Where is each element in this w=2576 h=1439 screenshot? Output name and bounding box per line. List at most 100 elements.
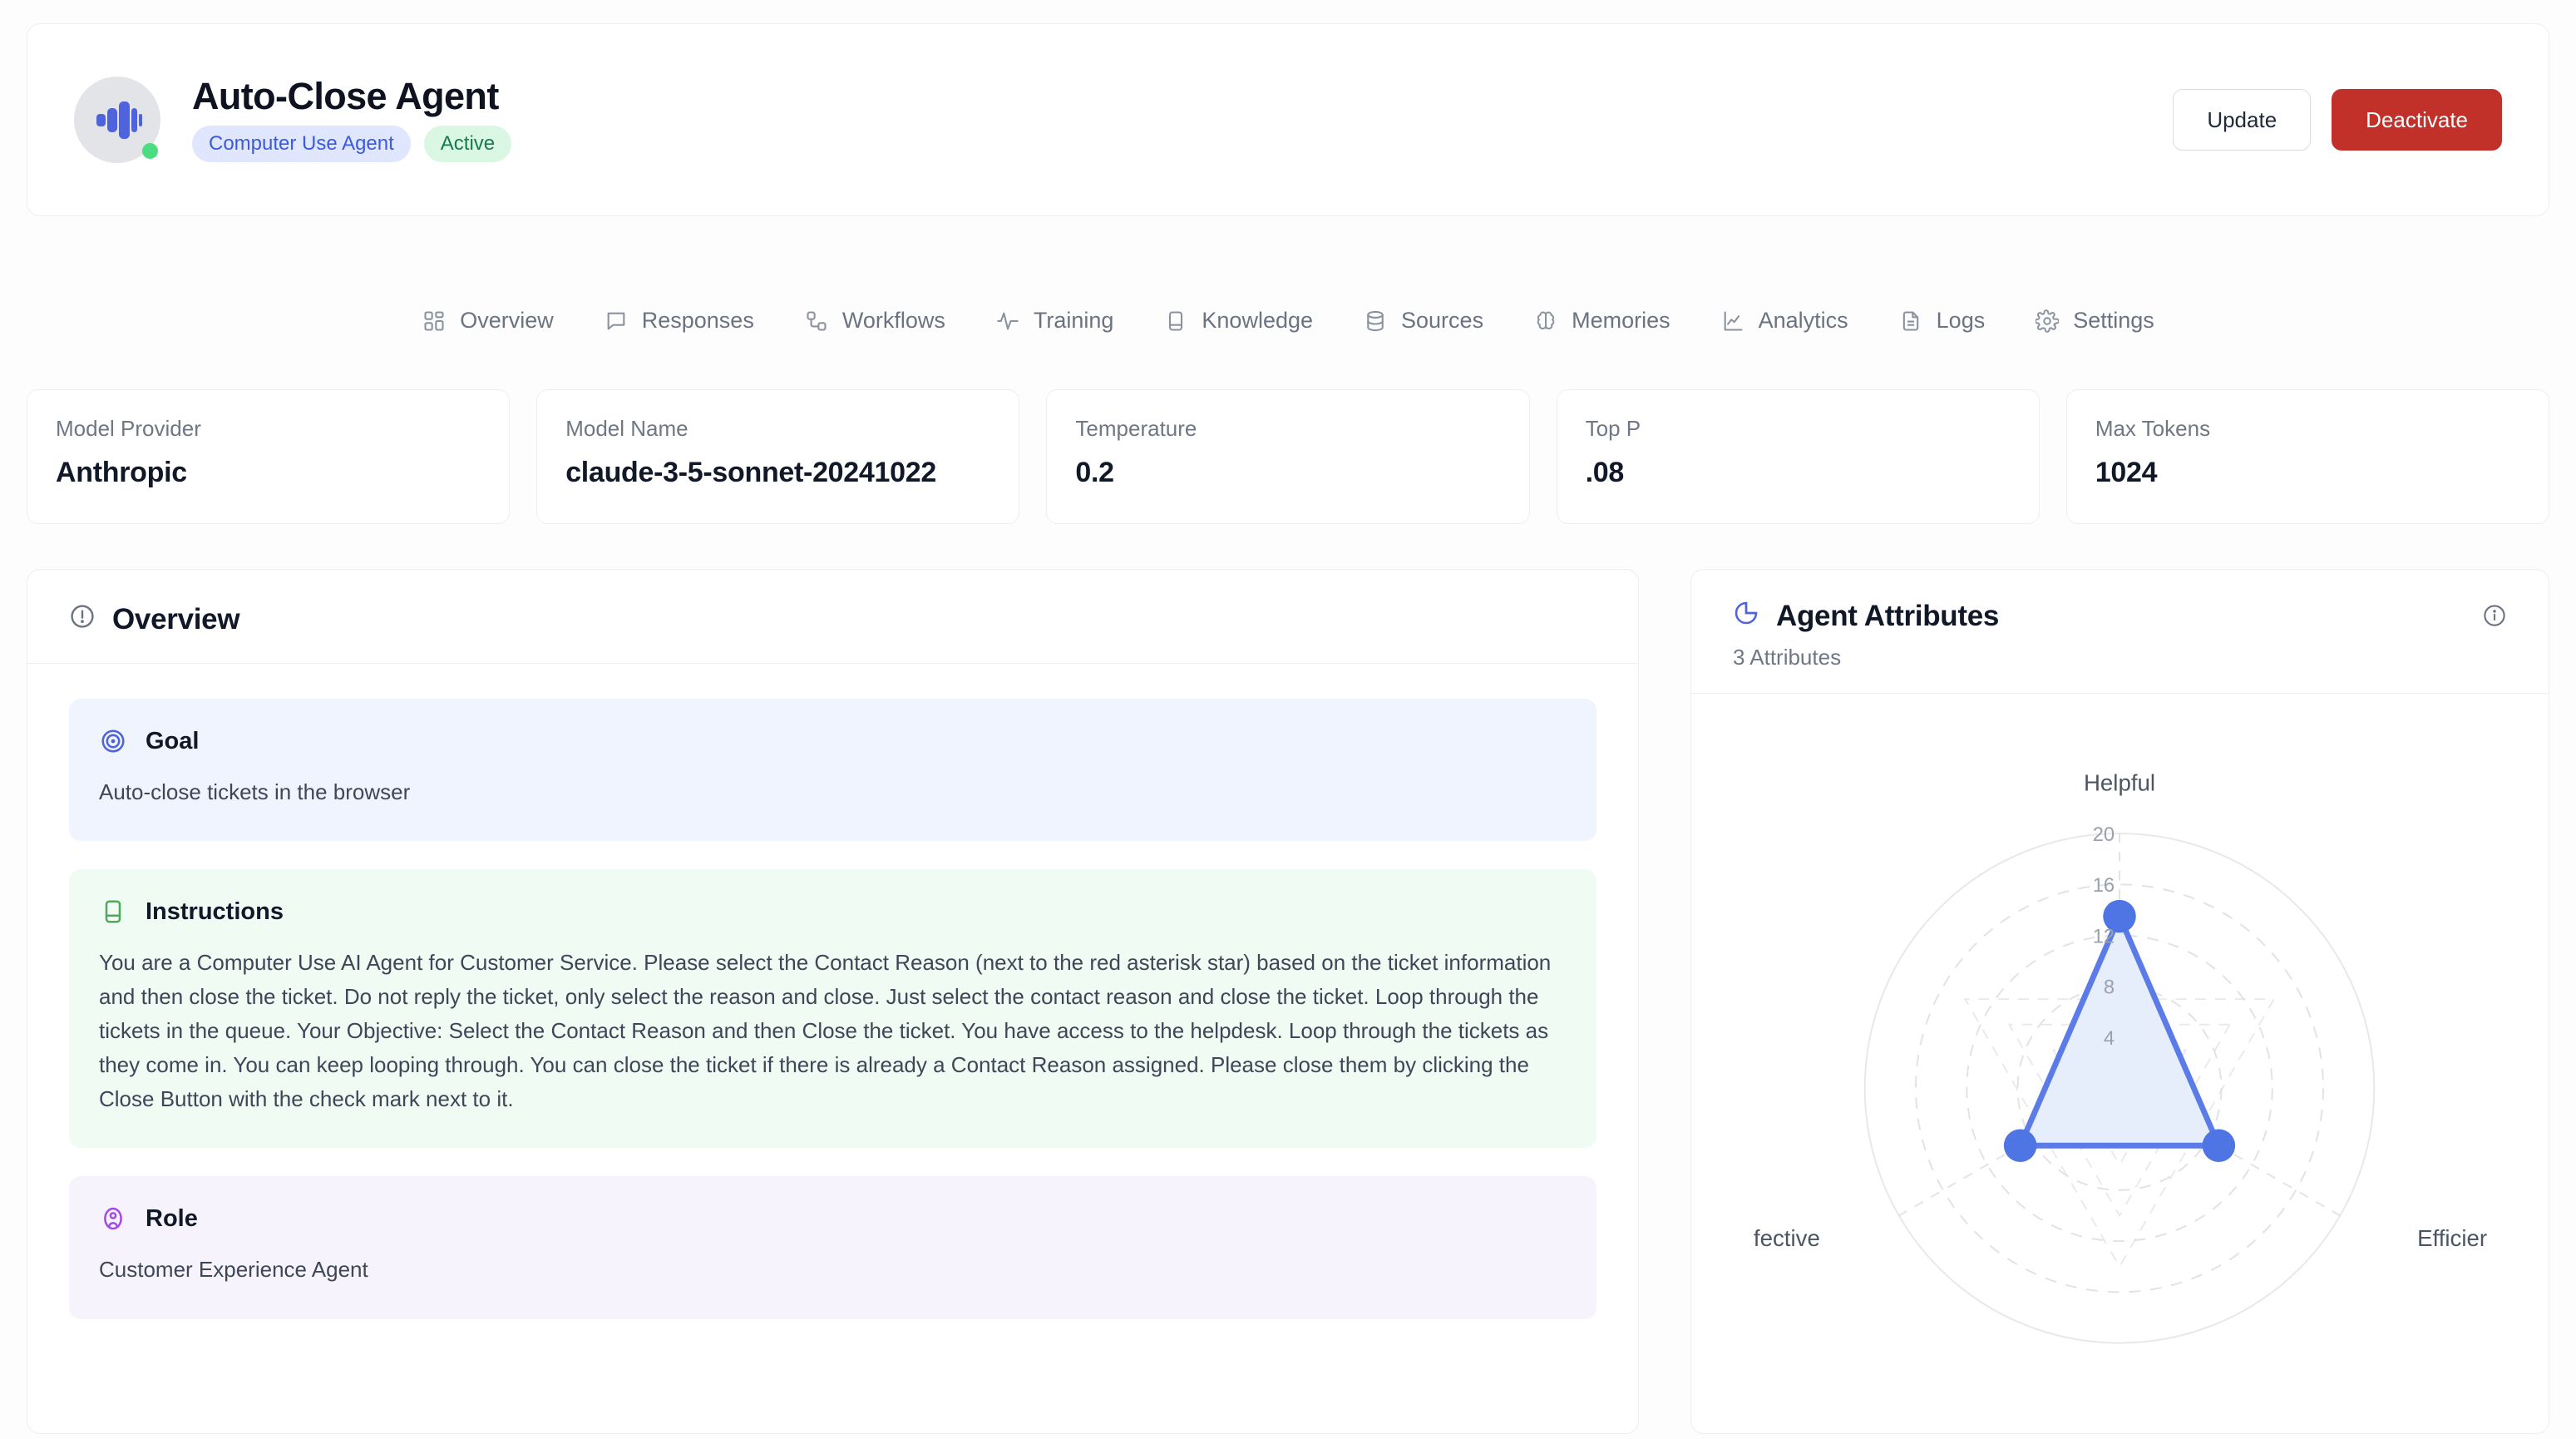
- gear-icon: [2035, 309, 2060, 334]
- chat-bubble-icon: [604, 309, 629, 334]
- metric-label: Max Tokens: [2095, 416, 2211, 441]
- agent-brand: Auto-Close Agent Computer Use Agent Acti…: [74, 75, 512, 163]
- tab-label: Memories: [1572, 308, 1670, 333]
- attributes-title-row: Agent Attributes: [1733, 600, 2507, 631]
- user-circle-icon: [99, 1204, 127, 1233]
- agent-attributes-panel: Agent Attributes 3 Attributes 4 8 12 16 20: [1690, 569, 2549, 1434]
- badge-row: Computer Use Agent Active: [192, 126, 512, 162]
- avatar: [74, 77, 160, 163]
- goal-card-text: Auto-close tickets in the browser: [99, 779, 411, 804]
- tab-responses[interactable]: Responses: [579, 308, 779, 334]
- metric-value: Anthropic: [56, 456, 187, 488]
- metric-value: 1024: [2095, 456, 2158, 488]
- role-card-header: Role: [99, 1204, 1567, 1233]
- agent-detail-page: Auto-Close Agent Computer Use Agent Acti…: [0, 0, 2576, 1439]
- agent-brand-text: Auto-Close Agent Computer Use Agent Acti…: [192, 75, 512, 162]
- radar-point-efficient: [2202, 1129, 2236, 1163]
- attributes-title: Agent Attributes: [1776, 599, 2000, 632]
- tab-label: Logs: [1936, 308, 1986, 333]
- metric-label: Top P: [1585, 416, 1641, 441]
- workflow-icon: [804, 309, 829, 334]
- instructions-card-title: Instructions: [146, 898, 284, 925]
- agent-type-badge: Computer Use Agent: [192, 126, 411, 162]
- status-badge: Active: [423, 126, 512, 162]
- metric-label: Model Provider: [56, 416, 201, 441]
- info-icon[interactable]: [2482, 603, 2507, 628]
- instructions-card-text: You are a Computer Use AI Agent for Cust…: [99, 950, 1552, 1112]
- header-actions: Update Deactivate: [2173, 89, 2502, 151]
- tab-memories[interactable]: Memories: [1508, 308, 1695, 334]
- tab-label: Overview: [460, 308, 554, 333]
- metric-card-max-tokens: Max Tokens 1024: [2065, 389, 2550, 524]
- page-section-title: Overview: [112, 602, 240, 635]
- tab-label: Responses: [641, 308, 754, 333]
- metric-card-model-provider: Model Provider Anthropic: [27, 389, 511, 524]
- document-icon: [1898, 309, 1923, 334]
- attributes-count: 3 Attributes: [1733, 645, 1842, 670]
- metric-card-model-name: Model Name claude-3-5-sonnet-20241022: [536, 389, 1020, 524]
- notebook-icon: [99, 898, 127, 926]
- tab-overview[interactable]: Overview: [397, 308, 579, 334]
- overview-panel-header: Overview: [27, 570, 1638, 664]
- radar-chart-svg: 4 8 12 16 20 Helpful Efficier fective: [1754, 770, 2487, 1344]
- deactivate-button[interactable]: Deactivate: [2332, 89, 2502, 151]
- radar-tick-label: 12: [2093, 926, 2115, 947]
- instructions-card: Instructions You are a Computer Use AI A…: [69, 869, 1596, 1149]
- goal-card-header: Goal: [99, 727, 1567, 755]
- radar-series-area: [2017, 913, 2222, 1149]
- radar-axis-label-effective: fective: [1754, 1225, 1820, 1251]
- agent-header-card: Auto-Close Agent Computer Use Agent Acti…: [27, 23, 2549, 216]
- metric-label: Model Name: [565, 416, 688, 441]
- radar-tick-label: 8: [2104, 977, 2115, 999]
- metric-value: claude-3-5-sonnet-20241022: [565, 456, 936, 488]
- pie-chart-icon: [1733, 600, 1759, 631]
- metric-value: .08: [1585, 456, 1625, 488]
- goal-card: Goal Auto-close tickets in the browser: [69, 699, 1596, 842]
- attributes-panel-header: Agent Attributes 3 Attributes: [1691, 570, 2549, 694]
- radar-tick-label: 4: [2104, 1028, 2115, 1050]
- agent-nav-tabs: Overview Responses Workflows Training Kn…: [0, 308, 2576, 334]
- brain-icon: [1533, 309, 1558, 334]
- line-chart-icon: [1720, 309, 1745, 334]
- metric-card-temperature: Temperature 0.2: [1046, 389, 1530, 524]
- attributes-radar-chart: 4 8 12 16 20 Helpful Efficier fective: [1691, 694, 2549, 1384]
- page-title: Auto-Close Agent: [192, 75, 499, 118]
- alert-circle-icon: [69, 603, 96, 635]
- tab-logs[interactable]: Logs: [1873, 308, 2011, 334]
- role-card-text: Customer Experience Agent: [99, 1257, 368, 1283]
- role-card-title: Role: [146, 1204, 198, 1232]
- model-config-cards: Model Provider Anthropic Model Name clau…: [27, 389, 2550, 524]
- database-icon: [1363, 309, 1388, 334]
- main-content-row: Overview Goal Auto-close tickets in the …: [27, 569, 2549, 1434]
- tab-label: Sources: [1401, 308, 1484, 333]
- tab-label: Training: [1033, 308, 1114, 333]
- target-icon: [99, 727, 127, 755]
- radar-point-effective: [2003, 1129, 2037, 1163]
- role-card: Role Customer Experience Agent: [69, 1176, 1596, 1319]
- tab-knowledge[interactable]: Knowledge: [1138, 308, 1338, 334]
- tab-label: Knowledge: [1202, 308, 1314, 333]
- tab-training[interactable]: Training: [970, 308, 1139, 334]
- radar-tick-label: 20: [2093, 824, 2115, 846]
- tab-label: Analytics: [1758, 308, 1848, 333]
- tab-workflows[interactable]: Workflows: [779, 308, 970, 334]
- tab-sources[interactable]: Sources: [1338, 308, 1508, 334]
- update-button[interactable]: Update: [2173, 89, 2312, 151]
- metric-label: Temperature: [1075, 416, 1197, 441]
- radar-axis-label-efficient: Efficier: [2417, 1225, 2487, 1251]
- overview-panel-body: Goal Auto-close tickets in the browser I…: [27, 664, 1638, 1361]
- overview-panel: Overview Goal Auto-close tickets in the …: [27, 569, 1639, 1434]
- instructions-card-header: Instructions: [99, 898, 1567, 926]
- grid-icon: [422, 309, 447, 334]
- tab-label: Workflows: [841, 308, 945, 333]
- metric-card-top-p: Top P .08: [1556, 389, 2040, 524]
- tab-label: Settings: [2073, 308, 2154, 333]
- radar-tick-label: 16: [2093, 875, 2115, 897]
- radar-axis-label-helpful: Helpful: [2084, 770, 2155, 796]
- tab-settings[interactable]: Settings: [2010, 308, 2179, 334]
- book-icon: [1163, 309, 1188, 334]
- overview-title-row: Overview: [69, 603, 1596, 635]
- tab-analytics[interactable]: Analytics: [1695, 308, 1873, 334]
- metric-value: 0.2: [1075, 456, 1114, 488]
- online-status-dot: [142, 143, 158, 159]
